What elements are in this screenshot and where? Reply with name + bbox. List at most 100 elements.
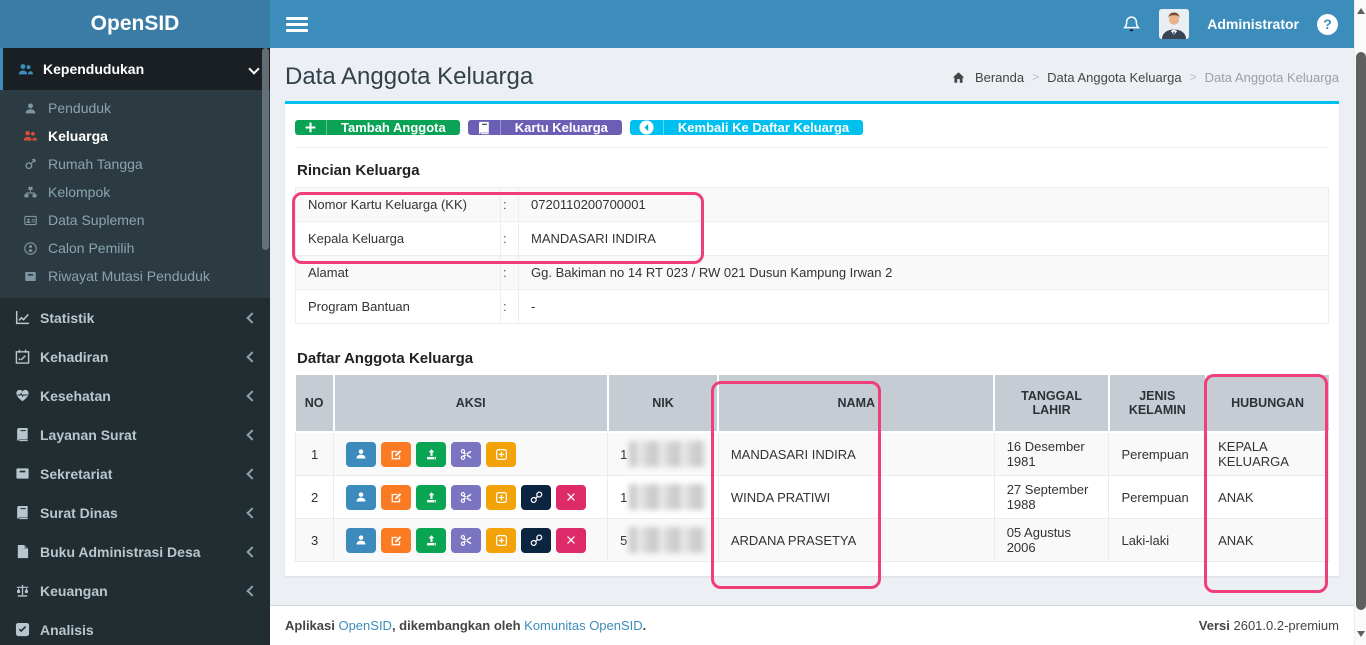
top-bar: OpenSID Administrator ?: [0, 0, 1354, 48]
remove-member-button[interactable]: [556, 527, 587, 553]
detail-member-button[interactable]: [346, 441, 377, 467]
opensid-link[interactable]: OpenSID: [338, 618, 391, 633]
detail-label: Alamat: [295, 255, 501, 290]
content-card: Tambah Anggota Kartu Keluarga Kembali Ke…: [285, 101, 1339, 576]
link-kk-button[interactable]: [521, 484, 552, 510]
sidebar-item-riwayat-mutasi-penduduk[interactable]: Riwayat Mutasi Penduduk: [0, 262, 270, 290]
breadcrumb-separator: >: [1189, 70, 1197, 84]
link-kk-button[interactable]: [521, 527, 552, 553]
sidebar-item-analisis[interactable]: Analisis: [0, 610, 270, 645]
detail-label: Nomor Kartu Keluarga (KK): [295, 187, 501, 222]
sidebar-item-data-suplemen[interactable]: Data Suplemen: [0, 206, 270, 234]
rincian-keluarga-heading: Rincian Keluarga: [297, 162, 420, 179]
sidebar-item-label: Rumah Tangga: [48, 156, 143, 172]
sidebar-item-statistik[interactable]: Statistik: [0, 298, 270, 337]
jenis-kelamin-cell: Laki-laki: [1108, 518, 1207, 562]
pecah-kk-button[interactable]: [451, 527, 482, 553]
sidebar-item-sekretariat[interactable]: Sekretariat: [0, 454, 270, 493]
scroll-down-arrow-icon[interactable]: [1357, 631, 1365, 637]
column-header-no: NO: [295, 375, 335, 433]
chart-icon: [14, 310, 30, 325]
column-header-tanggal-lahir: TANGGAL LAHIR: [993, 375, 1110, 433]
sidebar-item-rumah-tangga[interactable]: Rumah Tangga: [0, 150, 270, 178]
edit-member-button[interactable]: [381, 441, 412, 467]
user-avatar[interactable]: [1159, 9, 1190, 39]
sidebar-item-surat-dinas[interactable]: Surat Dinas: [0, 493, 270, 532]
kartu-keluarga-button[interactable]: Kartu Keluarga: [467, 120, 622, 135]
version-label: Versi: [1198, 618, 1230, 633]
sidebar-item-keuangan[interactable]: Keuangan: [0, 571, 270, 610]
detail-value: -: [518, 289, 1329, 324]
chevron-left-icon: [246, 350, 258, 363]
edit-member-button[interactable]: [381, 527, 412, 553]
book-icon: [468, 120, 501, 135]
breadcrumb-level1[interactable]: Data Anggota Keluarga: [1047, 70, 1181, 85]
daftar-anggota-table: NO AKSI NIK NAMA TANGGAL LAHIR JENIS KEL…: [294, 375, 1329, 562]
sidebar-item-kehadiran[interactable]: Kehadiran: [0, 337, 270, 376]
help-icon[interactable]: ?: [1317, 13, 1338, 35]
pecah-kk-button[interactable]: [451, 484, 482, 510]
sidebar-item-label: Keluarga: [48, 128, 108, 144]
sidebar-item-kependudukan[interactable]: Kependudukan: [0, 48, 270, 90]
chevron-left-icon: [246, 584, 258, 597]
app-logo[interactable]: OpenSID: [0, 0, 270, 48]
upload-button[interactable]: [416, 441, 447, 467]
tambah-peristiwa-button[interactable]: [486, 527, 517, 553]
sidebar-item-buku-administrasi-desa[interactable]: Buku Administrasi Desa: [0, 532, 270, 571]
page-scrollbar[interactable]: [1354, 0, 1366, 645]
table-row: Alamat : Gg. Bakiman no 14 RT 023 / RW 0…: [295, 255, 1329, 290]
sidebar-item-keluarga[interactable]: Keluarga: [0, 122, 270, 150]
tambah-anggota-button[interactable]: Tambah Anggota: [295, 120, 460, 135]
home-icon: [951, 71, 967, 84]
detail-value: 0720110200700001: [518, 187, 1329, 222]
jenis-kelamin-cell: Perempuan: [1108, 431, 1207, 476]
daftar-anggota-heading: Daftar Anggota Keluarga: [297, 350, 474, 367]
breadcrumb-home[interactable]: Beranda: [975, 70, 1024, 85]
user-menu[interactable]: Administrator: [1207, 16, 1299, 32]
footer-text: .: [642, 618, 647, 633]
nama-cell: WINDA PRATIWI: [717, 475, 995, 519]
tanggal-lahir-cell: 27 September 1988: [993, 475, 1110, 519]
sidebar-item-kelompok[interactable]: Kelompok: [0, 178, 270, 206]
kependudukan-submenu: Penduduk Keluarga Rumah Tangga Kelompok …: [0, 90, 270, 298]
scrollbar-thumb[interactable]: [1356, 52, 1366, 610]
book-icon: [14, 505, 30, 520]
sidebar-item-label: Surat Dinas: [40, 504, 118, 521]
scroll-up-arrow-icon[interactable]: [1357, 8, 1365, 14]
remove-member-button[interactable]: [556, 484, 587, 510]
komunitas-opensid-link[interactable]: Komunitas OpenSID: [524, 618, 643, 633]
sidebar-item-layanan-surat[interactable]: Layanan Surat: [0, 415, 270, 454]
sidebar-item-penduduk[interactable]: Penduduk: [0, 94, 270, 122]
arrow-left-circle-icon: [630, 120, 664, 135]
sidebar-item-calon-pemilih[interactable]: Calon Pemilih: [0, 234, 270, 262]
upload-button[interactable]: [416, 527, 447, 553]
archive-icon: [22, 270, 38, 283]
sidebar-item-label: Data Suplemen: [48, 212, 145, 228]
chevron-left-icon: [246, 506, 258, 519]
sidebar: Kependudukan Penduduk Keluarga Rumah Tan…: [0, 48, 270, 645]
kembali-ke-daftar-keluarga-button[interactable]: Kembali Ke Daftar Keluarga: [629, 120, 864, 135]
edit-member-button[interactable]: [381, 484, 412, 510]
page-title: Data Anggota Keluarga: [285, 63, 534, 90]
footer-text: , dikembangkan oleh: [391, 618, 525, 633]
upload-button[interactable]: [416, 484, 447, 510]
chevron-left-icon: [246, 545, 258, 558]
pecah-kk-button[interactable]: [451, 441, 482, 467]
nik-cell: 1: [607, 431, 719, 476]
notifications-bell-icon[interactable]: [1122, 15, 1141, 34]
box-icon: [14, 466, 30, 481]
detail-member-button[interactable]: [346, 484, 377, 510]
tambah-peristiwa-button[interactable]: [486, 441, 517, 467]
sidebar-toggle-icon[interactable]: [286, 16, 308, 32]
sidebar-item-label: Calon Pemilih: [48, 240, 135, 256]
detail-member-button[interactable]: [346, 527, 377, 553]
sidebar-item-kesehatan[interactable]: Kesehatan: [0, 376, 270, 415]
tambah-peristiwa-button[interactable]: [486, 484, 517, 510]
sidebar-scrollbar[interactable]: [262, 48, 269, 250]
footer-text: Aplikasi: [285, 618, 339, 633]
nik-prefix: 1: [620, 446, 628, 462]
table-row: 3 5 ARDANA PRASETYA 05 Agustus 2006 Laki…: [294, 518, 1329, 562]
sidebar-item-label: Kehadiran: [40, 348, 109, 365]
nik-prefix: 1: [620, 489, 628, 505]
tanggal-lahir-cell: 16 Desember 1981: [993, 431, 1110, 476]
